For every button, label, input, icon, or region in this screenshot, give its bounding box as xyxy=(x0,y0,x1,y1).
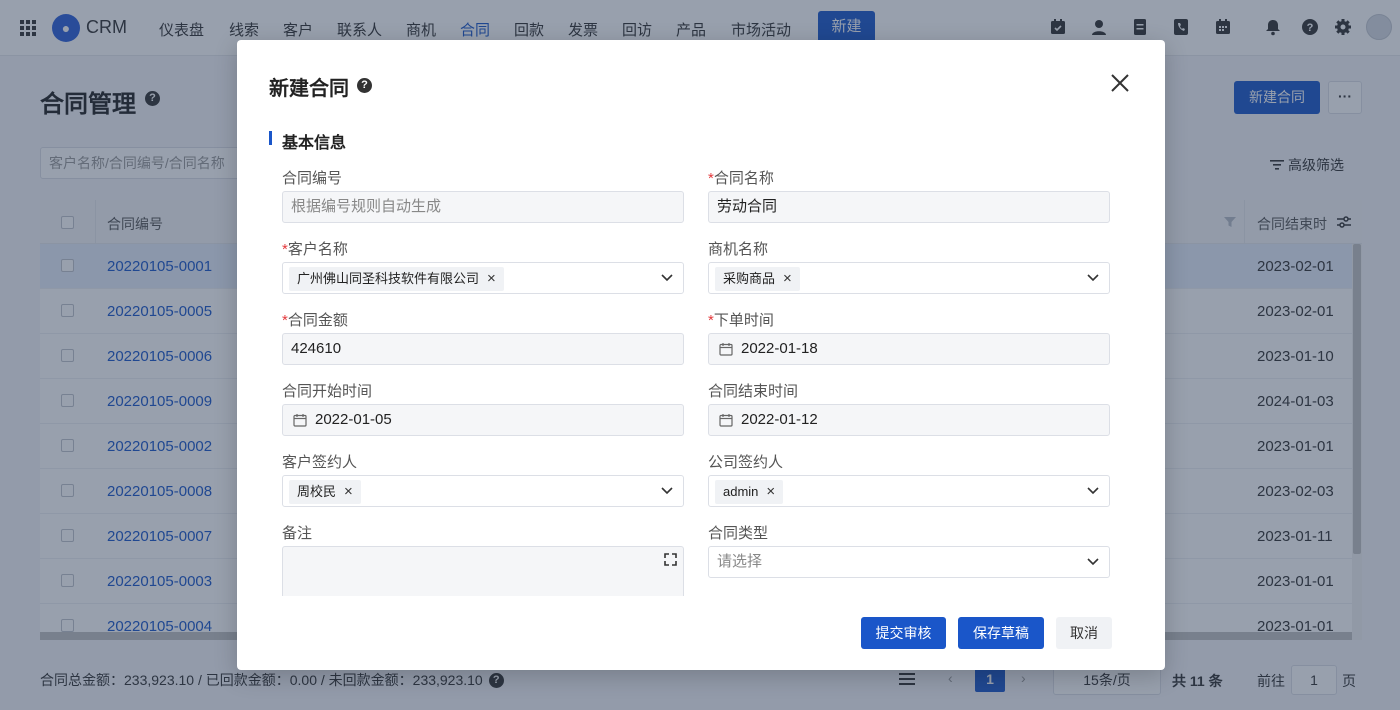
contract-type-label: 合同类型 xyxy=(708,525,769,542)
tag-remove-icon[interactable]: × xyxy=(487,267,496,291)
order-date-label: *下单时间 xyxy=(708,312,774,329)
tag-remove-icon[interactable]: × xyxy=(766,480,775,504)
selected-tag: 广州佛山同圣科技软件有限公司 × xyxy=(289,267,504,291)
order-date-value: 2022-01-18 xyxy=(741,340,818,357)
calendar-icon xyxy=(293,414,307,427)
close-icon[interactable] xyxy=(1109,72,1131,94)
opportunity-label: 商机名称 xyxy=(708,241,769,258)
customer-name-select[interactable]: 广州佛山同圣科技软件有限公司 × xyxy=(282,262,684,294)
contract-no-label: 合同编号 xyxy=(282,170,343,187)
section-accent-bar xyxy=(269,131,272,145)
chevron-down-icon xyxy=(661,487,673,495)
contract-no-input: 根据编号规则自动生成 xyxy=(282,191,684,223)
selected-tag: admin × xyxy=(715,480,784,504)
calendar-icon xyxy=(719,414,733,427)
chevron-down-icon xyxy=(1087,558,1099,566)
calendar-icon xyxy=(719,343,733,356)
order-date-picker[interactable]: 2022-01-18 xyxy=(708,333,1110,365)
chevron-down-icon xyxy=(661,274,673,282)
company-signer-select[interactable]: admin × xyxy=(708,475,1110,507)
customer-signer-select[interactable]: 周校民 × xyxy=(282,475,684,507)
contract-name-input[interactable]: 劳动合同 xyxy=(708,191,1110,223)
cancel-button[interactable]: 取消 xyxy=(1056,617,1112,649)
amount-label: *合同金额 xyxy=(282,312,348,329)
end-date-value: 2022-01-12 xyxy=(741,411,818,428)
tag-label: admin xyxy=(723,484,759,499)
end-date-picker[interactable]: 2022-01-12 xyxy=(708,404,1110,436)
tag-remove-icon[interactable]: × xyxy=(783,267,792,291)
chevron-down-icon xyxy=(1087,274,1099,282)
tag-label: 广州佛山同圣科技软件有限公司 xyxy=(297,271,480,286)
start-date-value: 2022-01-05 xyxy=(315,411,392,428)
remark-label: 备注 xyxy=(282,525,313,542)
customer-signer-label: 客户签约人 xyxy=(282,454,358,471)
chevron-down-icon xyxy=(1087,487,1099,495)
amount-input[interactable]: 424610 xyxy=(282,333,684,365)
tag-remove-icon[interactable]: × xyxy=(344,480,353,504)
submit-review-button[interactable]: 提交审核 xyxy=(861,617,946,649)
opportunity-select[interactable]: 采购商品 × xyxy=(708,262,1110,294)
selected-tag: 采购商品 × xyxy=(715,267,800,291)
company-signer-label: 公司签约人 xyxy=(708,454,784,471)
modal-title: 新建合同 xyxy=(269,78,349,100)
tag-label: 周校民 xyxy=(297,484,337,499)
expand-icon[interactable] xyxy=(664,553,677,566)
remark-textarea[interactable] xyxy=(282,546,684,596)
selected-tag: 周校民 × xyxy=(289,480,361,504)
start-date-label: 合同开始时间 xyxy=(282,383,373,400)
start-date-picker[interactable]: 2022-01-05 xyxy=(282,404,684,436)
end-date-label: 合同结束时间 xyxy=(708,383,799,400)
help-icon[interactable]: ? xyxy=(357,78,372,93)
customer-name-label: *客户名称 xyxy=(282,241,348,258)
save-draft-button[interactable]: 保存草稿 xyxy=(958,617,1044,649)
contract-type-placeholder: 请选择 xyxy=(717,553,763,570)
new-contract-modal: 新建合同 ? 基本信息 合同编号 根据编号规则自动生成 *合同名称 劳动合同 *… xyxy=(237,40,1165,670)
section-title: 基本信息 xyxy=(282,135,347,152)
contract-name-label: *合同名称 xyxy=(708,170,774,187)
tag-label: 采购商品 xyxy=(723,271,776,286)
contract-type-select[interactable]: 请选择 xyxy=(708,546,1110,578)
